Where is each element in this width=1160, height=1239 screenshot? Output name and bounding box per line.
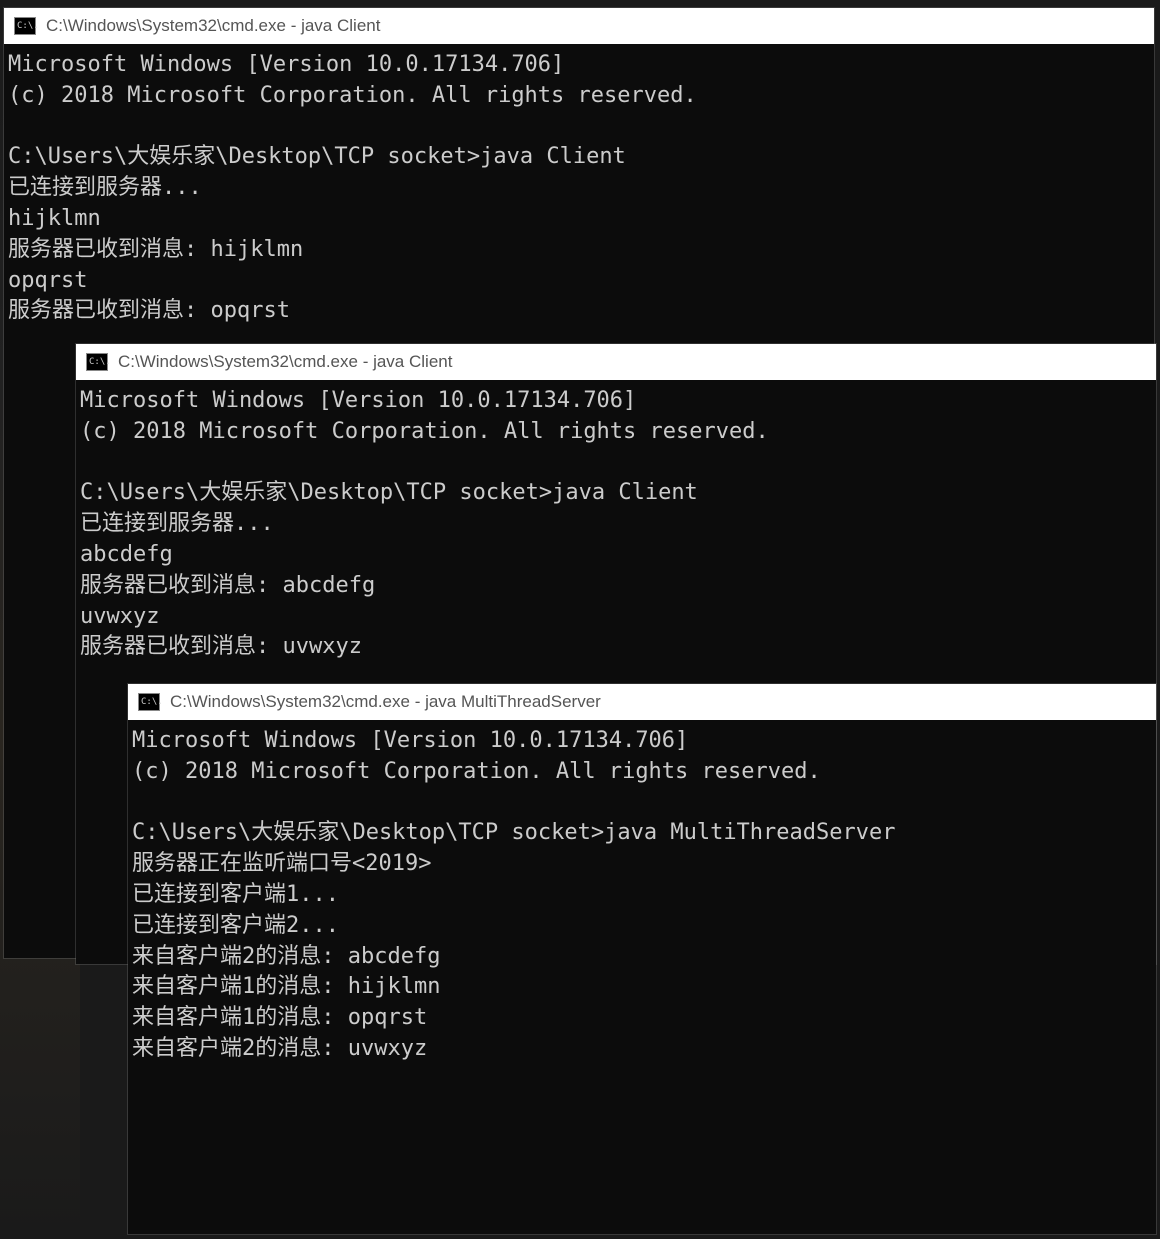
titlebar[interactable]: C:\. C:\Windows\System32\cmd.exe - java …	[128, 684, 1156, 720]
window-title: C:\Windows\System32\cmd.exe - java Multi…	[170, 692, 601, 712]
cmd-icon: C:\.	[14, 17, 36, 35]
window-title: C:\Windows\System32\cmd.exe - java Clien…	[46, 16, 380, 36]
cmd-icon: C:\.	[86, 353, 108, 371]
titlebar[interactable]: C:\. C:\Windows\System32\cmd.exe - java …	[4, 8, 1154, 44]
terminal-output[interactable]: Microsoft Windows [Version 10.0.17134.70…	[4, 44, 1154, 333]
titlebar[interactable]: C:\. C:\Windows\System32\cmd.exe - java …	[76, 344, 1156, 380]
terminal-output[interactable]: Microsoft Windows [Version 10.0.17134.70…	[76, 380, 1156, 669]
terminal-output[interactable]: Microsoft Windows [Version 10.0.17134.70…	[128, 720, 1156, 1071]
window-title: C:\Windows\System32\cmd.exe - java Clien…	[118, 352, 452, 372]
cmd-window-server[interactable]: C:\. C:\Windows\System32\cmd.exe - java …	[128, 684, 1156, 1234]
cmd-icon: C:\.	[138, 693, 160, 711]
